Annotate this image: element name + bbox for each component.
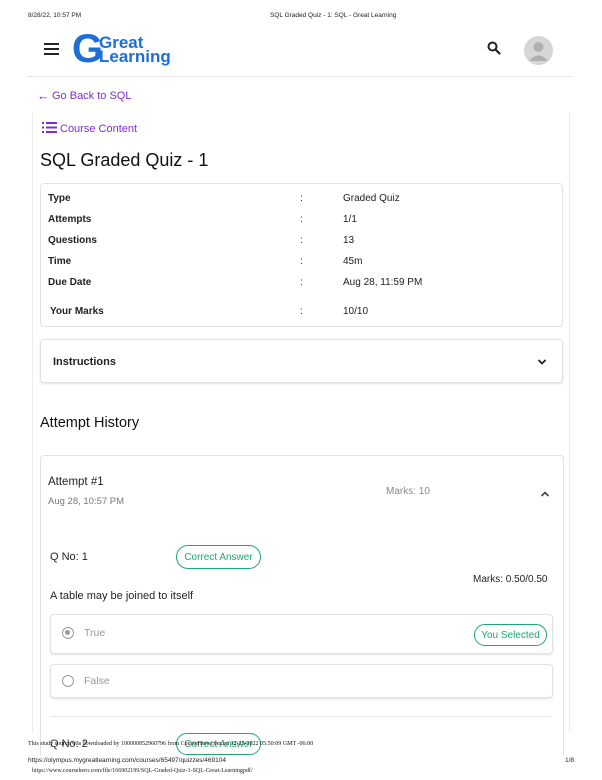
back-to-sql-link[interactable]: ← Go Back to SQL	[37, 88, 131, 103]
detail-label: Due Date	[48, 277, 92, 288]
detail-sep: :	[300, 235, 303, 246]
hamburger-icon[interactable]	[44, 43, 59, 55]
detail-label: Type	[48, 193, 71, 204]
great-learning-logo[interactable]: G Great Learning	[72, 29, 172, 69]
detail-value: Graded Quiz	[343, 193, 400, 204]
header-divider	[28, 76, 573, 77]
page-title: SQL Graded Quiz - 1	[40, 150, 209, 170]
print-page-number: 1/8	[565, 757, 575, 764]
avatar[interactable]	[524, 36, 553, 65]
detail-label: Attempts	[48, 214, 92, 225]
detail-sep: :	[300, 193, 303, 204]
chevron-down-icon	[537, 354, 547, 372]
question-text: A table may be joined to itself	[50, 590, 194, 602]
question-marks: Marks: 0.50/0.50	[473, 574, 548, 585]
logo-line-2: Learning	[99, 47, 171, 66]
back-link-label: Go Back to SQL	[52, 89, 132, 102]
option-label: False	[84, 675, 110, 687]
coursehero-url: https://www.coursehero.com/file/16690219…	[32, 768, 253, 774]
attempt-label: Attempt #1	[48, 476, 104, 488]
instructions-label: Instructions	[53, 356, 116, 368]
detail-value: 45m	[343, 256, 363, 267]
your-marks-value: 10/10	[343, 306, 369, 317]
detail-sep: :	[300, 277, 303, 288]
detail-row: Attempts: 1/1	[48, 214, 548, 228]
content-right-border	[569, 113, 570, 733]
correct-answer-badge: Correct Answer	[176, 545, 261, 569]
option-false[interactable]: False	[50, 664, 553, 698]
you-selected-badge: You Selected	[474, 624, 547, 646]
chevron-up-icon[interactable]	[540, 486, 550, 504]
detail-sep: :	[300, 256, 303, 267]
course-content-label: Course Content	[60, 123, 138, 135]
option-label: True	[84, 627, 106, 639]
print-page-title: SQL Graded Quiz - 1: SQL - Great Learnin…	[270, 12, 397, 19]
attempt-marks: Marks: 10	[386, 486, 430, 497]
instructions-accordion[interactable]: Instructions	[40, 339, 563, 383]
course-content-link[interactable]: Course Content	[42, 122, 137, 136]
detail-label: Questions	[48, 235, 97, 246]
search-icon[interactable]	[487, 41, 501, 55]
content-left-border	[32, 113, 33, 733]
detail-row: Questions: 13	[48, 235, 548, 249]
radio-unselected-icon	[62, 675, 74, 687]
detail-row: Time: 45m	[48, 256, 548, 270]
attempt-history-title: Attempt History	[40, 415, 140, 431]
arrow-left-icon: ←	[37, 88, 50, 103]
attempt-date: Aug 28, 10:57 PM	[48, 496, 125, 507]
detail-value: 1/1	[343, 214, 357, 225]
radio-selected-icon	[62, 627, 74, 639]
detail-sep: :	[300, 214, 303, 225]
print-datetime: 8/28/22, 10:57 PM	[28, 12, 82, 19]
detail-value: Aug 28, 11:59 PM	[343, 277, 423, 288]
detail-label: Time	[48, 256, 72, 267]
list-icon	[42, 122, 57, 136]
detail-row: Type: Graded Quiz	[48, 193, 548, 207]
option-true[interactable]: True You Selected	[50, 614, 553, 654]
your-marks-sep: :	[300, 306, 303, 317]
your-marks-label: Your Marks	[50, 306, 104, 317]
detail-value: 13	[343, 235, 355, 246]
question-divider	[50, 716, 551, 717]
watermark-text: This study source was downloaded by 1000…	[28, 741, 314, 747]
question-number: Q No: 1	[50, 551, 88, 563]
detail-row: Due Date: Aug 28, 11:59 PM	[48, 277, 548, 291]
print-footer-url: https://olympus.mygreatlearning.com/cour…	[28, 757, 226, 764]
